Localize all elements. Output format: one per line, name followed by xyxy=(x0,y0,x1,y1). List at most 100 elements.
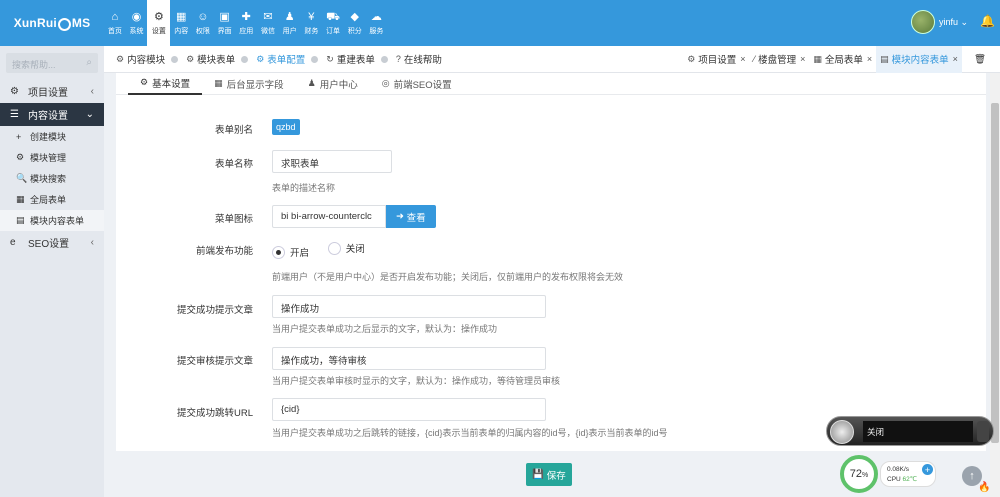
open-tab-property-manage[interactable]: ⁄ 楼盘管理 × xyxy=(750,46,810,73)
sidebar-item-label: 项目设置 xyxy=(28,88,68,99)
icon-input[interactable]: bi bi-arrow-counterclc xyxy=(272,205,386,228)
ie-icon: ◎ xyxy=(381,78,390,88)
success-input[interactable]: 操作成功 xyxy=(272,295,546,318)
form-icon: ▤ xyxy=(880,53,889,64)
sidebar-sub-label: 模块内容表单 xyxy=(30,216,85,226)
publish-off-radio[interactable]: 关闭 xyxy=(327,241,365,255)
user-menu[interactable]: yinfu ⌄ xyxy=(911,10,968,34)
tab-form-config[interactable]: ⚙ 表单配置 xyxy=(252,46,322,73)
sidebar-item-seo-settings[interactable]: e SEO设置 ‹ xyxy=(0,231,104,254)
table-icon: ▦ xyxy=(813,53,822,64)
widget-side-panel[interactable] xyxy=(977,421,989,442)
subtab-frontend-seo[interactable]: ◎ 前端SEO设置 xyxy=(370,73,464,95)
subtab-label: 用户中心 xyxy=(319,79,358,91)
nav-label: 内容 xyxy=(174,27,189,35)
user-icon: ♟ xyxy=(307,78,316,88)
pencil-icon: ⁄ xyxy=(753,54,756,64)
user-circle-icon: ☺ xyxy=(197,10,209,23)
url-help: 当用户提交表单成功之后跳转的链接，{cid}表示当前表单的归属内容的id号，{i… xyxy=(272,428,668,438)
grid-icon: ▦ xyxy=(176,10,187,23)
user-name: yinfu xyxy=(939,17,959,27)
url-input[interactable]: {cid} xyxy=(272,398,546,421)
knob-icon[interactable] xyxy=(830,420,854,444)
speed-monitor[interactable]: 72% 0.08K/s CPU 62℃ + xyxy=(840,455,936,493)
tab-rebuild-form[interactable]: ↻ 重建表单 xyxy=(322,46,392,73)
nav-settings[interactable]: ⚙ 设置 xyxy=(147,0,171,46)
nav-orders[interactable]: ⛟ 订单 xyxy=(322,0,344,46)
nav-services[interactable]: ☁ 服务 xyxy=(366,0,388,46)
sidebar-sub-module-manage[interactable]: ⚙ 模块管理 xyxy=(0,147,104,168)
publish-label: 前端发布功能 xyxy=(195,246,253,257)
nav-users[interactable]: ♟ 用户 xyxy=(279,0,301,46)
media-widget[interactable]: 关闭 xyxy=(826,416,994,446)
bell-icon[interactable]: 🔔 xyxy=(980,14,995,28)
save-button[interactable]: 💾 保存 xyxy=(526,463,572,486)
icon-group: bi bi-arrow-counterclc ➜ 查看 xyxy=(272,205,436,228)
nav-permissions[interactable]: ☺ 权限 xyxy=(192,0,214,46)
sidebar-sub-module-search[interactable]: 🔍 模块搜索 xyxy=(0,168,104,189)
nav-content[interactable]: ▦ 内容 xyxy=(170,0,192,46)
publish-on-radio[interactable]: 开启 xyxy=(272,245,309,259)
open-tab-module-content-form[interactable]: ▤ 模块内容表单 × xyxy=(876,45,962,73)
sidebar-sub-create-module[interactable]: + 创建模块 xyxy=(0,126,104,147)
subtab-user-center[interactable]: ♟ 用户中心 xyxy=(296,73,370,95)
sidebar-sub-global-form[interactable]: ▦ 全局表单 xyxy=(0,189,104,210)
nav-home[interactable]: ⌂ 首页 xyxy=(104,0,126,46)
nav-finance[interactable]: ¥ 财务 xyxy=(301,0,323,46)
tab-content-module[interactable]: ⚙ 内容模块 xyxy=(104,46,182,73)
plus-icon[interactable]: + xyxy=(922,464,933,475)
search-placeholder: 搜索帮助... xyxy=(12,60,56,70)
nav-label: 微信 xyxy=(260,27,275,35)
nav-system[interactable]: ◉ 系统 xyxy=(126,0,148,46)
name-help: 表单的描述名称 xyxy=(272,183,336,193)
close-icon[interactable]: × xyxy=(800,54,805,64)
alias-tag: qzbd xyxy=(272,119,300,135)
open-tab-project-settings[interactable]: ⚙ 项目设置 × xyxy=(683,46,749,73)
logo[interactable]: XunRui MS xyxy=(0,0,104,46)
user-icon: ♟ xyxy=(284,10,295,23)
sidebar-item-content-settings[interactable]: ☰ 内容设置 ⌄ xyxy=(0,103,104,126)
cpu-temp: 62℃ xyxy=(902,476,918,483)
separator-dot xyxy=(380,55,388,63)
sidebar-search-input[interactable]: 搜索帮助... ⌕ xyxy=(6,53,98,73)
form-icon: ▤ xyxy=(16,215,25,225)
view-label: 查看 xyxy=(406,212,426,224)
yen-icon: ¥ xyxy=(308,10,315,23)
name-input[interactable]: 求职表单 xyxy=(272,150,392,173)
tab-module-form[interactable]: ⚙ 模块表单 xyxy=(182,46,252,73)
audit-help: 当用户提交表单审核时显示的文字，默认为：操作成功，等待管理员审核 xyxy=(272,376,561,386)
list-icon: ☰ xyxy=(10,109,19,120)
close-icon[interactable]: × xyxy=(867,54,872,64)
nav-points[interactable]: ◆ 积分 xyxy=(344,0,366,46)
view-icon-button[interactable]: ➜ 查看 xyxy=(386,205,436,228)
open-tab-global-form[interactable]: ▦ 全局表单 × xyxy=(809,46,876,73)
close-icon[interactable]: × xyxy=(953,54,958,64)
publish-help: 前端用户（不是用户中心）是否开启发布功能；关闭后，仅前端用户的发布权限将会无效 xyxy=(272,272,624,282)
tab-online-help[interactable]: ? 在线帮助 xyxy=(392,46,446,73)
tab-label: 模块内容表单 xyxy=(891,55,949,66)
sub-tabs: ⚙ 基本设置 ▦ 后台显示字段 ♟ 用户中心 ◎ 前端SEO设置 xyxy=(116,73,986,95)
scrollbar-thumb[interactable] xyxy=(991,103,999,443)
nav-wechat[interactable]: ✉ 微信 xyxy=(257,0,279,46)
cart-icon: ⛟ xyxy=(326,10,340,23)
trash-icon[interactable]: 🗑 xyxy=(962,46,1000,73)
nav-label: 订单 xyxy=(326,27,341,35)
subtab-admin-fields[interactable]: ▦ 后台显示字段 xyxy=(202,73,296,95)
nav-apps[interactable]: ✚ 应用 xyxy=(235,0,257,46)
diamond-icon: ◆ xyxy=(350,10,359,23)
chevron-left-icon: ‹ xyxy=(90,86,94,97)
table-icon: ▦ xyxy=(214,78,223,88)
sidebar-item-project-settings[interactable]: ⚙ 项目设置 ‹ xyxy=(0,80,104,103)
sidebar-sub-module-content-form[interactable]: ▤ 模块内容表单 xyxy=(0,210,104,231)
refresh-icon: ↻ xyxy=(326,53,334,64)
nav-label: 首页 xyxy=(107,27,122,35)
nav-interface[interactable]: ▣ 界面 xyxy=(214,0,236,46)
close-icon[interactable]: × xyxy=(740,54,745,64)
avatar xyxy=(911,10,935,34)
nav-label: 应用 xyxy=(239,27,254,35)
sidebar-item-label: SEO设置 xyxy=(28,239,70,250)
tab-label: 项目设置 xyxy=(698,55,737,66)
audit-input[interactable]: 操作成功，等待审核 xyxy=(272,347,546,370)
top-nav: ⌂ 首页 ◉ 系统 ⚙ 设置 ▦ 内容 ☺ 权限 ▣ 界面 ✚ 应用 ✉ 微信 ♟ 用户 ¥ 财务 … xyxy=(104,0,387,46)
subtab-basic-settings[interactable]: ⚙ 基本设置 xyxy=(128,73,203,95)
